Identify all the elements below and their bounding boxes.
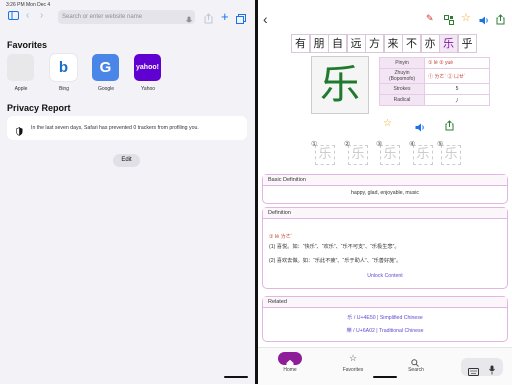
- strokes-label: Strokes: [379, 83, 425, 95]
- radical-label: Radical: [379, 94, 425, 106]
- pinyin-label: Pinyin: [379, 57, 425, 69]
- character-info-table: Pinyin ① lè ② yuè Zhuyin (Bopomofo) ① ㄌㄜˋ …: [379, 57, 490, 106]
- nav-search-label: Search: [408, 367, 424, 373]
- definition-reading: ① lè ㄌㄜˋ: [269, 234, 293, 240]
- favorite-label: Yahoo: [140, 86, 156, 92]
- qr-icon[interactable]: [444, 12, 454, 30]
- edit-button[interactable]: Edit: [113, 154, 140, 167]
- stroke-number: ①: [311, 141, 318, 148]
- star-icon[interactable]: ☆: [349, 353, 357, 364]
- share-icon[interactable]: [204, 11, 213, 29]
- stroke-order-box: 乐: [348, 145, 368, 165]
- stroke-number: ④: [409, 141, 416, 148]
- home-indicator: [224, 376, 248, 378]
- definition-title: Definition: [263, 208, 507, 219]
- stroke-order-box: 乐: [441, 145, 461, 165]
- sentence-char[interactable]: 来: [383, 34, 403, 53]
- share-icon[interactable]: [496, 12, 505, 30]
- favorite-label: Bing: [58, 86, 69, 92]
- bing-logo-icon[interactable]: b: [50, 54, 77, 81]
- sentence-char[interactable]: 自: [328, 34, 347, 53]
- sentence-char[interactable]: 有: [291, 34, 310, 53]
- microphone-icon[interactable]: [489, 362, 495, 380]
- stroke-order-box: 乐: [413, 145, 433, 165]
- status-time: 3:26 PM Mon Dec 4: [6, 2, 51, 8]
- shield-icon: [16, 123, 23, 141]
- definition-card: Definition ① lè ㄌㄜˋ (1) 喜悦。如：“快乐”、“欢乐”、“…: [262, 207, 508, 289]
- stroke-number: ⑤: [437, 141, 444, 148]
- tabs-overview-icon[interactable]: [236, 11, 246, 29]
- character-display: 乐: [311, 56, 369, 114]
- stroke-order-box: 乐: [315, 145, 335, 165]
- sentence-char[interactable]: 远: [346, 34, 366, 53]
- safari-pane: [0, 0, 255, 384]
- stroke-number: ③: [376, 141, 383, 148]
- nav-favorites-label: Favorites: [342, 367, 364, 373]
- google-logo-icon[interactable]: G: [92, 54, 119, 81]
- microphone-icon[interactable]: [186, 12, 192, 30]
- apple-logo-icon[interactable]: [7, 54, 34, 81]
- favorite-label: Google: [97, 86, 115, 92]
- keyboard-icon[interactable]: [468, 363, 479, 381]
- speaker-icon[interactable]: [479, 12, 489, 30]
- pinyin-value: ① lè ② yuè: [424, 57, 490, 69]
- forward-icon[interactable]: ›: [40, 10, 43, 21]
- yahoo-logo-icon[interactable]: yahoo!: [134, 54, 161, 81]
- stroke-number: ②: [344, 141, 351, 148]
- star-icon[interactable]: ☆: [383, 118, 392, 129]
- definition-line-2: (2) 喜欢去做。如：“乐此不疲”、“乐于助人”、“乐善好施”。: [269, 258, 402, 264]
- sentence-char[interactable]: 方: [365, 34, 384, 53]
- basic-definition-text: happy, glad, enjoyable, music: [351, 190, 419, 196]
- favorite-star-icon[interactable]: ☆: [461, 11, 471, 24]
- related-simplified-link[interactable]: 乐 / U+4E50 | Simplified Chinese: [263, 314, 507, 321]
- related-card: Related 乐 / U+4E50 | Simplified Chinese …: [262, 296, 508, 342]
- definition-line-1: (1) 喜悦。如：“快乐”、“欢乐”、“乐不可支”、“乐极生悲”。: [269, 244, 400, 250]
- url-placeholder: Search or enter website name: [62, 14, 143, 20]
- privacy-report-title: Privacy Report: [7, 103, 71, 113]
- related-title: Related: [263, 297, 507, 308]
- favorites-title: Favorites: [7, 40, 48, 50]
- new-tab-icon[interactable]: +: [221, 9, 229, 24]
- sentence-char[interactable]: 乐: [439, 34, 458, 53]
- back-icon[interactable]: ‹: [26, 10, 29, 21]
- strokes-value: 5: [424, 83, 490, 95]
- sentence-char[interactable]: 乎: [457, 34, 477, 53]
- basic-definition-card: Basic Definition happy, glad, enjoyable,…: [262, 174, 508, 204]
- home-indicator: [373, 376, 397, 378]
- unlock-content-link[interactable]: Unlock Content: [263, 273, 507, 279]
- sentence-char[interactable]: 亦: [420, 34, 440, 53]
- pencil-icon[interactable]: ✎: [426, 13, 434, 24]
- sentence-char[interactable]: 朋: [309, 34, 329, 53]
- privacy-report-text: In the last seven days, Safari has preve…: [31, 125, 199, 131]
- back-chevron-icon[interactable]: ‹: [263, 11, 268, 27]
- favorite-label: Apple: [14, 86, 28, 92]
- related-traditional-link[interactable]: 樂 / U+6A02 | Traditional Chinese: [263, 327, 507, 334]
- nav-home-label: Home: [283, 367, 297, 373]
- export-icon[interactable]: [445, 118, 454, 136]
- audio-icon[interactable]: [415, 119, 425, 137]
- zhuyin-value: ① ㄌㄜˋ ② ㄩㄝˋ: [424, 68, 490, 84]
- basic-definition-title: Basic Definition: [263, 175, 507, 186]
- sidebar-icon[interactable]: [8, 11, 19, 23]
- stroke-order-box: 乐: [380, 145, 400, 165]
- sentence-char[interactable]: 不: [402, 34, 421, 53]
- zhuyin-label: Zhuyin (Bopomofo): [379, 68, 425, 84]
- radical-value: 丿: [424, 94, 490, 106]
